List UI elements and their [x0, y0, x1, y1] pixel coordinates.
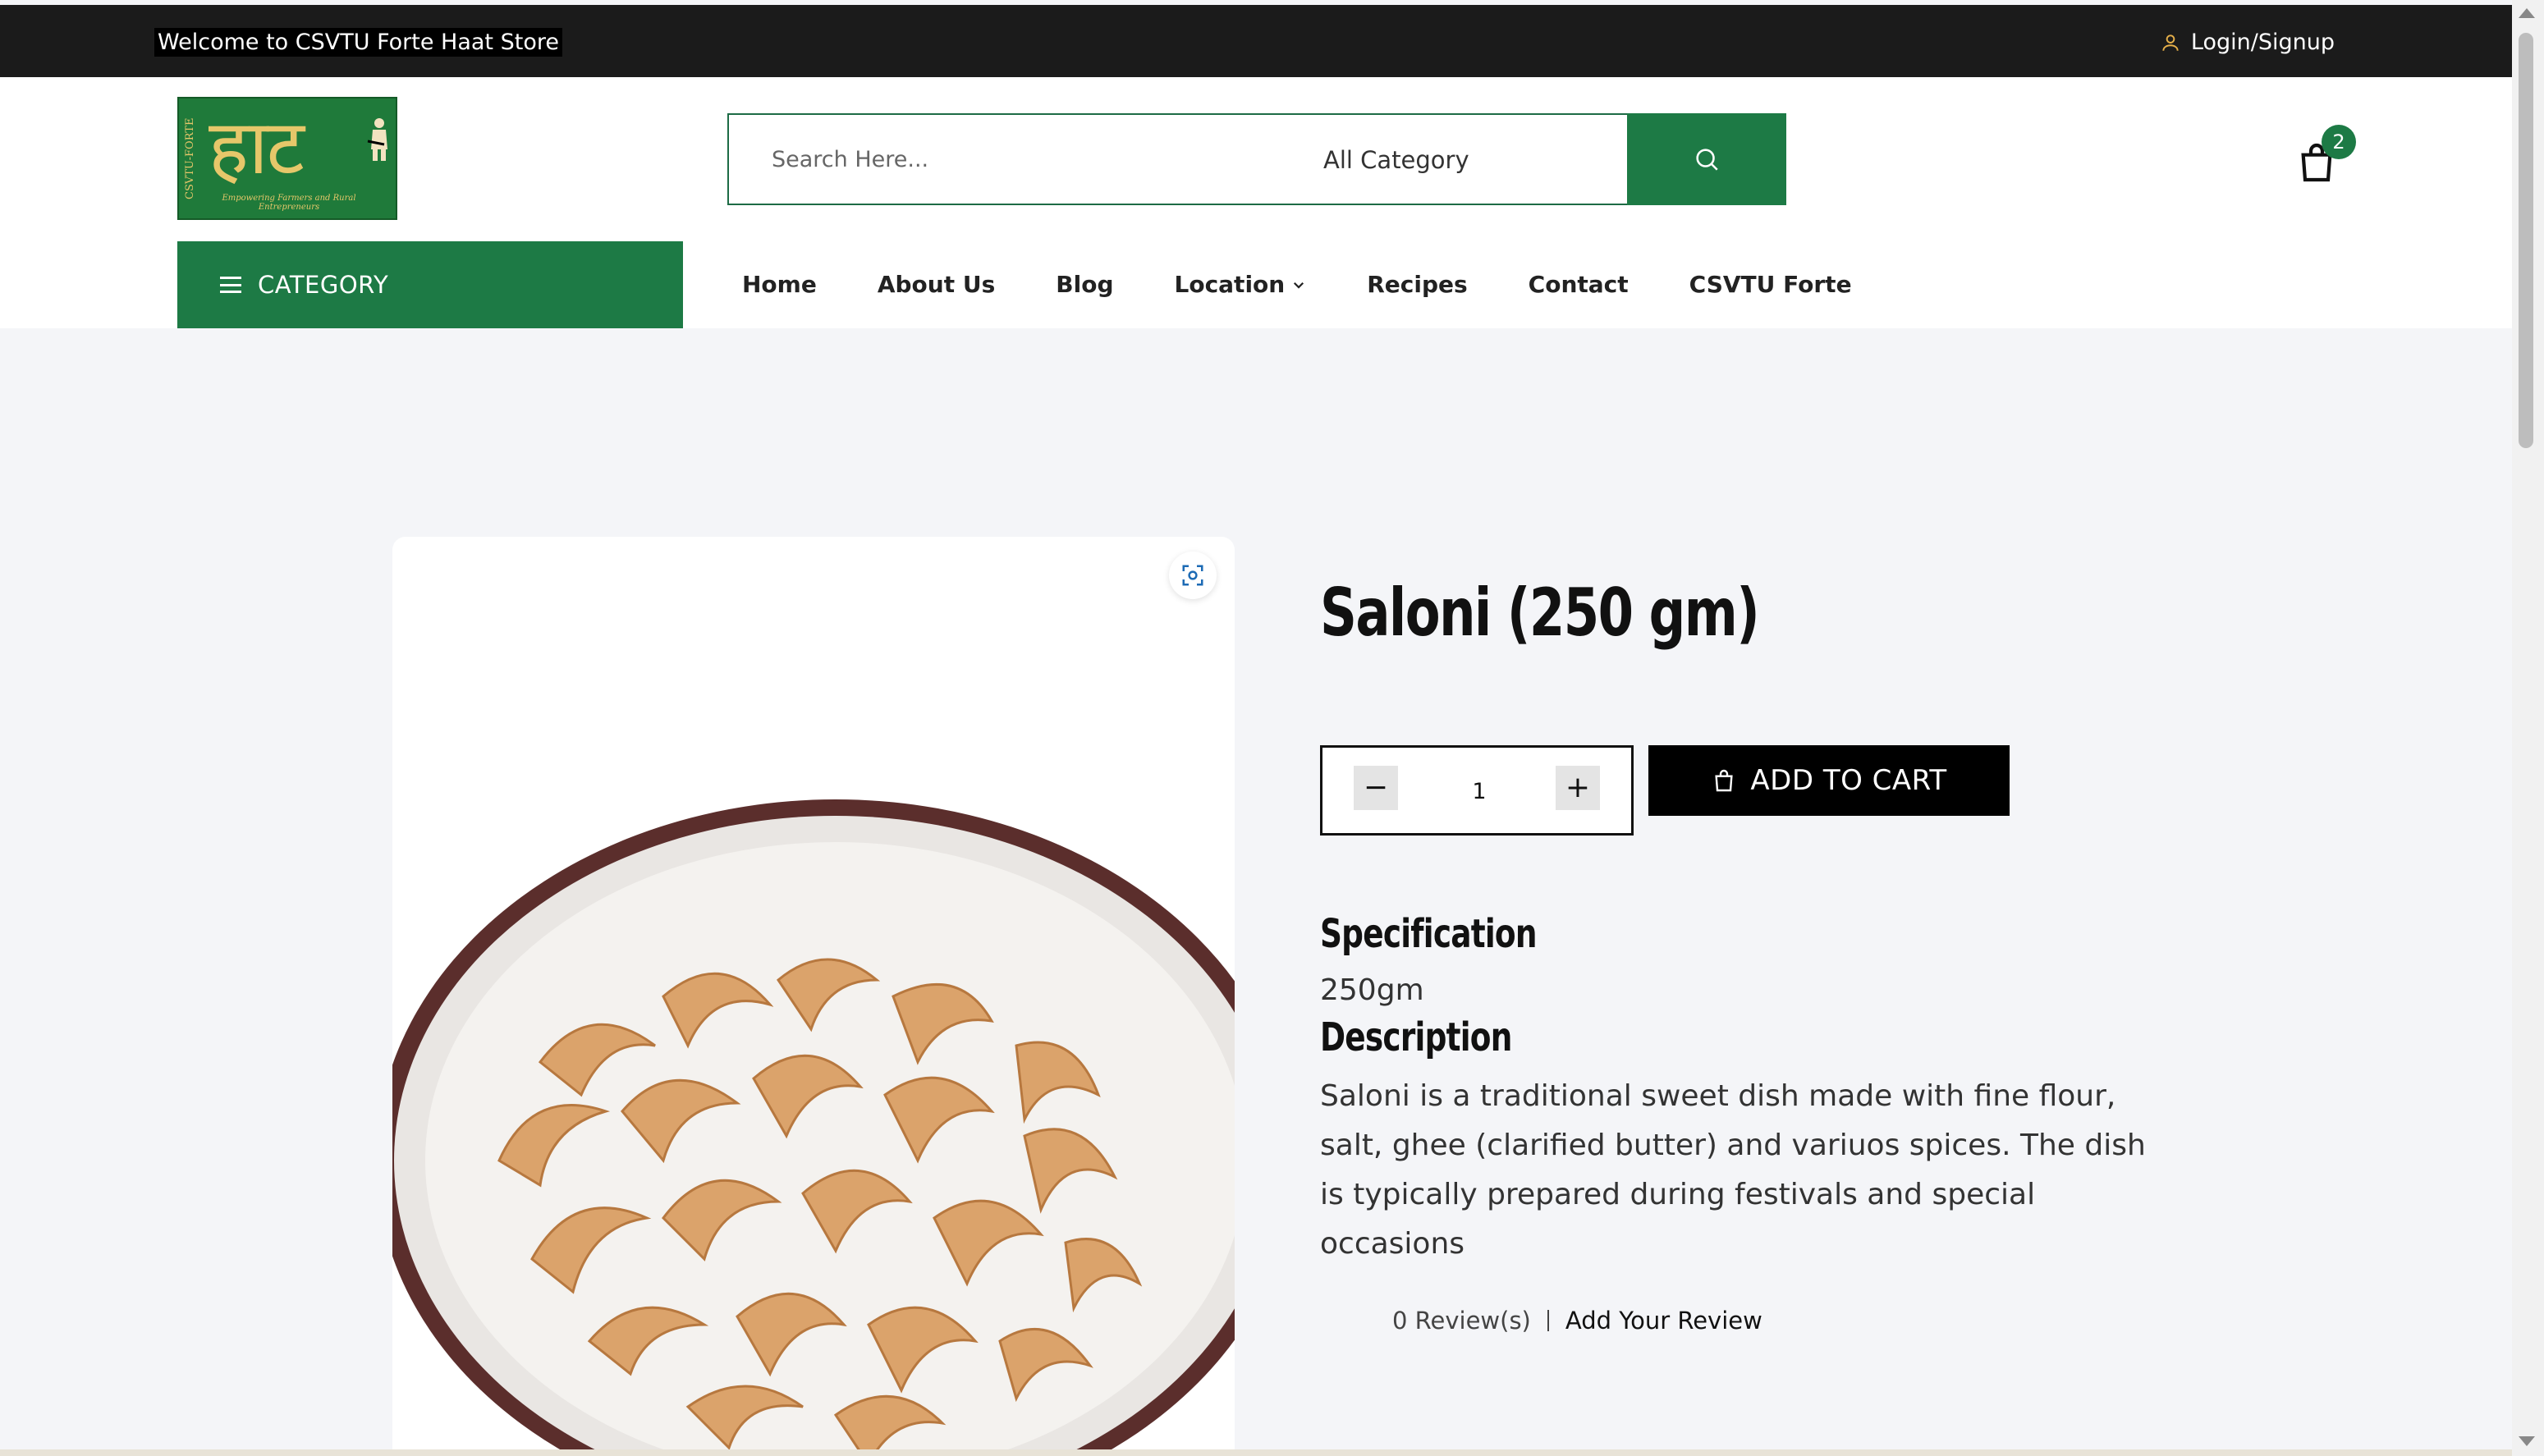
- cart-count-badge: 2: [2322, 125, 2356, 159]
- divider: [1547, 1310, 1549, 1331]
- login-label: Login/Signup: [2190, 30, 2335, 55]
- chevron-down-icon: [1294, 282, 1304, 289]
- quantity-stepper: − 1 +: [1320, 745, 1634, 836]
- page-bottom-edge: [0, 1449, 2512, 1456]
- description-heading: Description: [1320, 1014, 1512, 1060]
- main-nav: Home About Us Blog Location Recipes Cont…: [742, 271, 1852, 298]
- logo-figure-icon: [367, 118, 387, 161]
- logo-main-text: हाट: [209, 103, 305, 191]
- zoom-button[interactable]: [1169, 552, 1217, 599]
- shopping-bag-icon: [1715, 769, 1734, 792]
- product-title: Saloni (250 gm): [1320, 575, 1760, 651]
- description-text: Saloni is a traditional sweet dish made …: [1320, 1079, 2146, 1261]
- reviews-row: 0 Review(s) Add Your Review: [1392, 1307, 1762, 1335]
- nav-contact[interactable]: Contact: [1529, 271, 1629, 298]
- scroll-thumb[interactable]: [2519, 33, 2533, 448]
- search-icon: [1696, 149, 1718, 171]
- nav-blog[interactable]: Blog: [1056, 271, 1113, 298]
- logo-tagline: Empowering Farmers and Rural Entrepreneu…: [222, 194, 356, 212]
- increase-quantity-button[interactable]: +: [1556, 766, 1600, 810]
- hamburger-icon: [220, 277, 241, 293]
- scroll-down-arrow-icon[interactable]: [2519, 1436, 2535, 1446]
- category-button-label: CATEGORY: [258, 271, 389, 299]
- user-icon: [2162, 34, 2179, 51]
- nav-location-label: Location: [1174, 271, 1286, 298]
- nav-home[interactable]: Home: [742, 271, 817, 298]
- specification-value: 250gm: [1320, 973, 1424, 1007]
- review-count[interactable]: 0 Review(s): [1392, 1307, 1531, 1335]
- product-image-card: [392, 537, 1235, 1456]
- specification-heading: Specification: [1320, 911, 1538, 957]
- nav-about-us[interactable]: About Us: [878, 271, 995, 298]
- add-review-link[interactable]: Add Your Review: [1565, 1307, 1762, 1335]
- nav-recipes[interactable]: Recipes: [1367, 271, 1467, 298]
- zoom-focus-icon: [1182, 565, 1203, 586]
- top-bar: Welcome to CSVTU Forte Haat Store Login/…: [0, 5, 2512, 77]
- nav-location[interactable]: Location: [1174, 271, 1306, 298]
- category-menu-button[interactable]: CATEGORY: [177, 241, 683, 328]
- logo-side-text: CSVTU-FORTE: [184, 117, 196, 199]
- add-to-cart-button[interactable]: ADD TO CART: [1648, 745, 2010, 816]
- page-scrollbar[interactable]: [2512, 0, 2544, 1456]
- category-select[interactable]: All Category: [1323, 146, 1469, 174]
- search-input[interactable]: [729, 115, 1304, 204]
- search-bar: All Category: [727, 113, 1786, 205]
- product-image[interactable]: [392, 537, 1235, 1456]
- nav-csvtu-forte[interactable]: CSVTU Forte: [1689, 271, 1852, 298]
- search-button[interactable]: [1627, 113, 1786, 205]
- site-logo[interactable]: CSVTU-FORTE हाट Empowering Farmers and R…: [177, 97, 397, 220]
- scroll-up-arrow-icon[interactable]: [2519, 8, 2535, 18]
- cart-button[interactable]: 2: [2289, 125, 2356, 189]
- quantity-value[interactable]: 1: [1457, 779, 1501, 804]
- decrease-quantity-button[interactable]: −: [1354, 766, 1398, 810]
- welcome-text: Welcome to CSVTU Forte Haat Store: [154, 28, 562, 57]
- add-to-cart-label: ADD TO CART: [1750, 764, 1947, 797]
- login-signup-link[interactable]: Login/Signup: [2160, 30, 2335, 55]
- site-header: CSVTU-FORTE हाट Empowering Farmers and R…: [0, 77, 2512, 328]
